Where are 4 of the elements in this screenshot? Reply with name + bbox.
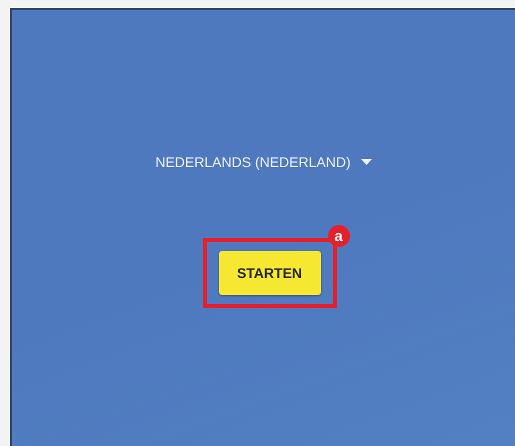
start-button[interactable]: STARTEN [218, 251, 320, 295]
language-selector[interactable]: NEDERLANDS (NEDERLAND) [155, 154, 351, 170]
annotation-badge: a [328, 225, 350, 247]
caret-icon[interactable] [360, 159, 372, 165]
